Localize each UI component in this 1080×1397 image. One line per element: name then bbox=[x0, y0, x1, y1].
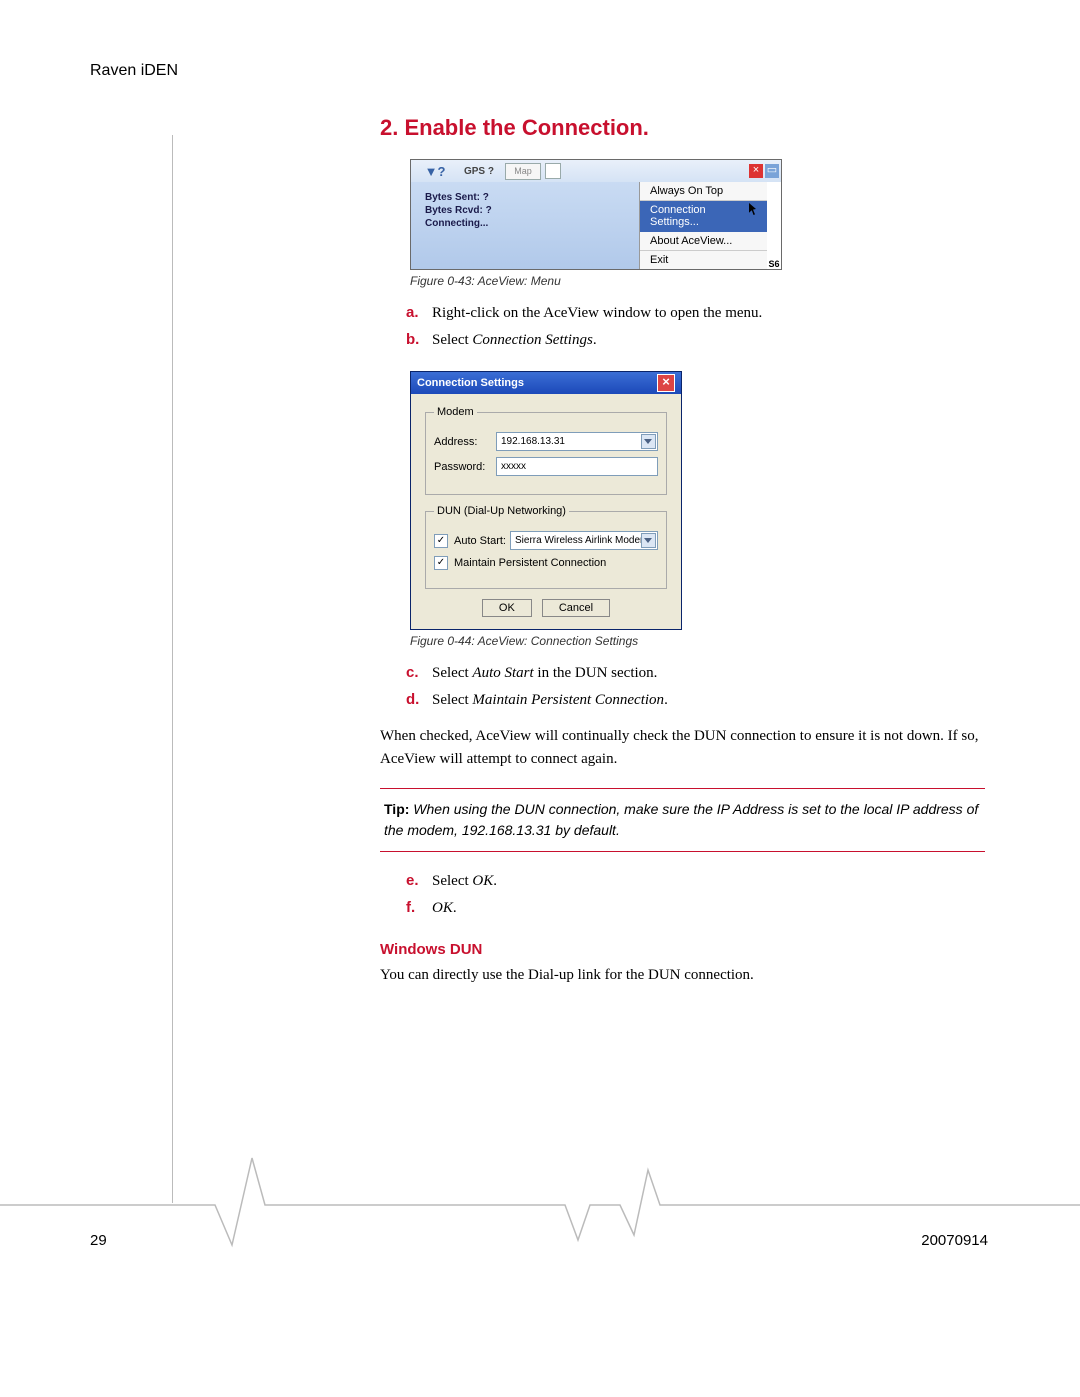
tip-label: Tip: bbox=[384, 801, 413, 817]
paragraph-when-checked: When checked, AceView will continually c… bbox=[380, 725, 985, 770]
figure-44-caption: Figure 0-44: AceView: Connection Setting… bbox=[410, 634, 985, 648]
step-b-text: Select Connection Settings. bbox=[432, 329, 985, 352]
decorative-ecg-line bbox=[0, 1150, 1080, 1250]
modem-legend: Modem bbox=[434, 406, 477, 418]
step-c-text: Select Auto Start in the DUN section. bbox=[432, 662, 985, 685]
header-title: Raven iDEN bbox=[90, 62, 178, 80]
maintain-persistent-checkbox[interactable]: ✓ bbox=[434, 556, 448, 570]
cancel-button[interactable]: Cancel bbox=[542, 599, 610, 617]
checkbox[interactable] bbox=[545, 163, 561, 179]
section-heading: 2. Enable the Connection. bbox=[380, 115, 985, 141]
step-d-text: Select Maintain Persistent Connection. bbox=[432, 689, 985, 712]
context-menu: Always On Top Connection Settings... Abo… bbox=[639, 182, 767, 269]
bytes-rcvd-label: Bytes Rcvd: ? bbox=[425, 205, 625, 216]
figure-connection-settings-dialog: Connection Settings × Modem Address: 192… bbox=[410, 371, 682, 630]
margin-rule bbox=[172, 135, 173, 1203]
tip-box: Tip: When using the DUN connection, make… bbox=[380, 788, 985, 852]
step-e-text: Select OK. bbox=[432, 870, 985, 893]
step-b: b. Select Connection Settings. bbox=[406, 329, 985, 352]
bytes-sent-label: Bytes Sent: ? bbox=[425, 192, 625, 203]
auto-start-combo[interactable]: Sierra Wireless Airlink Modem bbox=[510, 531, 658, 550]
menu-connection-settings[interactable]: Connection Settings... bbox=[640, 201, 767, 232]
connecting-label: Connecting... bbox=[425, 218, 625, 229]
map-button[interactable]: Map bbox=[505, 163, 541, 180]
password-label: Password: bbox=[434, 461, 496, 473]
address-input[interactable]: 192.168.13.31 bbox=[496, 432, 658, 451]
maintain-persistent-label: Maintain Persistent Connection bbox=[454, 557, 606, 569]
password-input[interactable]: xxxxx bbox=[496, 457, 658, 476]
step-c: c. Select Auto Start in the DUN section. bbox=[406, 662, 985, 685]
figure-43-caption: Figure 0-43: AceView: Menu bbox=[410, 274, 985, 288]
dun-legend: DUN (Dial-Up Networking) bbox=[434, 505, 569, 517]
auto-start-checkbox[interactable]: ✓ bbox=[434, 534, 448, 548]
figure-aceview-menu: ▼? GPS ? Map × ▭ Bytes Sent: ? Bytes Rcv… bbox=[410, 159, 782, 270]
step-f-text: OK. bbox=[432, 897, 985, 920]
ok-button[interactable]: OK bbox=[482, 599, 532, 617]
close-icon[interactable]: × bbox=[749, 164, 763, 178]
close-icon[interactable]: × bbox=[657, 374, 675, 392]
dialog-title: Connection Settings bbox=[417, 377, 524, 389]
step-a-text: Right-click on the AceView window to ope… bbox=[432, 302, 985, 325]
tip-text: When using the DUN connection, make sure… bbox=[384, 801, 978, 838]
menu-about-aceview[interactable]: About AceView... bbox=[640, 232, 767, 251]
right-badge: S6 bbox=[767, 182, 781, 269]
step-f: f. OK. bbox=[406, 897, 985, 920]
menu-always-on-top[interactable]: Always On Top bbox=[640, 182, 767, 201]
step-e: e. Select OK. bbox=[406, 870, 985, 893]
status-panel: Bytes Sent: ? Bytes Rcvd: ? Connecting..… bbox=[411, 182, 639, 269]
dun-fieldset: DUN (Dial-Up Networking) ✓ Auto Start: S… bbox=[425, 505, 667, 589]
step-a: a. Right-click on the AceView window to … bbox=[406, 302, 985, 325]
subheading-windows-dun: Windows DUN bbox=[380, 941, 985, 958]
page-number: 29 bbox=[90, 1232, 107, 1249]
auto-start-label: Auto Start: bbox=[454, 535, 510, 547]
gps-label: GPS ? bbox=[457, 166, 501, 177]
address-label: Address: bbox=[434, 436, 496, 448]
main-content: 2. Enable the Connection. ▼? GPS ? Map ×… bbox=[380, 115, 985, 1001]
menu-exit[interactable]: Exit bbox=[640, 251, 767, 269]
paragraph-windows-dun: You can directly use the Dial-up link fo… bbox=[380, 964, 985, 987]
modem-fieldset: Modem Address: 192.168.13.31 Password: x… bbox=[425, 406, 667, 495]
step-d: d. Select Maintain Persistent Connection… bbox=[406, 689, 985, 712]
signal-icon: ▼? bbox=[413, 164, 457, 179]
footer-date: 20070914 bbox=[921, 1232, 988, 1249]
minimize-icon[interactable]: ▭ bbox=[765, 164, 779, 178]
